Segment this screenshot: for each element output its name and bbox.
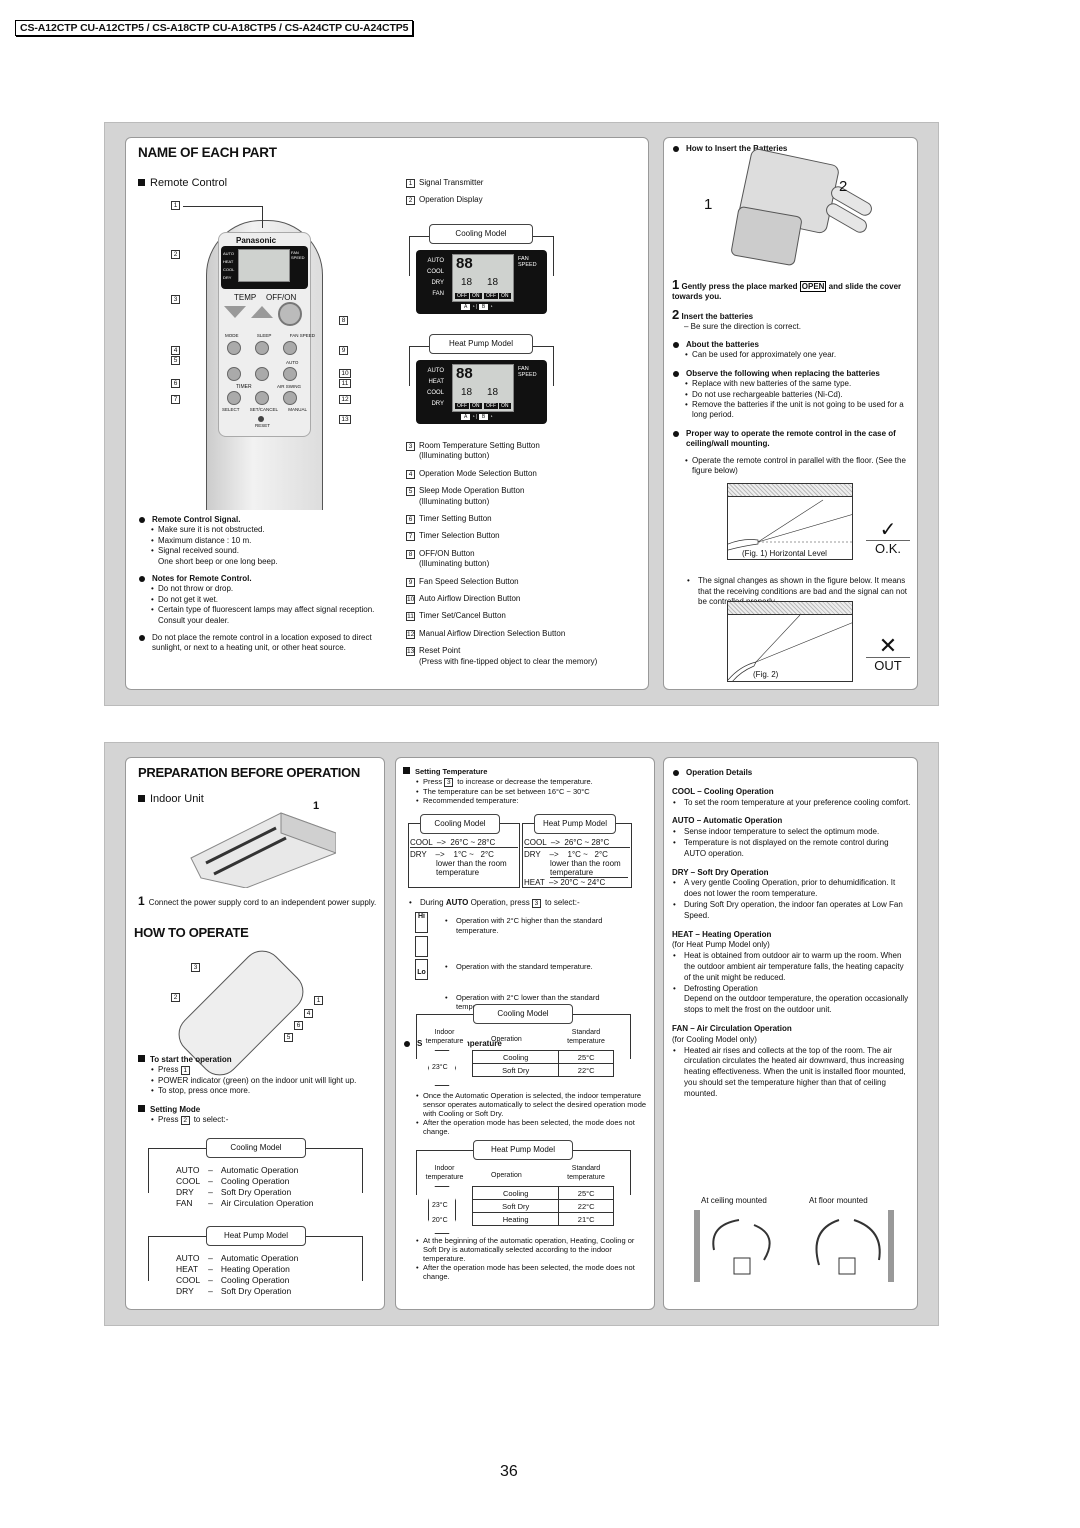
parts-list: 1 Signal Transmitter 2 Operation Display — [406, 178, 646, 213]
battery-step-1: 1 Gently press the place marked OPEN and… — [672, 277, 902, 302]
timer-a-button[interactable] — [227, 367, 241, 381]
standard-heatpump-table: Heat Pump Model Indoor temperature Opera… — [416, 1140, 631, 1235]
setting-temperature: Setting Temperature Press 3to increase o… — [403, 767, 653, 806]
battery-insertion-illustration: 1 2 — [704, 147, 884, 271]
temp-up-button[interactable] — [251, 306, 273, 318]
preparation-title: PREPARATION BEFORE OPERATION — [138, 765, 361, 780]
cooling-display: Cooling Model AUTO COOL DRY FAN 88 18 18 OF… — [409, 224, 554, 334]
ok-mark: ✓ O.K. — [866, 520, 910, 556]
battery-notes: About the batteries Can be used for appr… — [672, 340, 912, 476]
section-title: NAME OF EACH PART — [138, 145, 277, 160]
auto-airflow-button[interactable] — [283, 367, 297, 381]
start-operation: To start the operation Press 1 POWER ind… — [138, 1055, 383, 1126]
batteries-box: How to Insert the Batteries 1 2 1 Gently… — [663, 137, 918, 690]
heatpump-display: Heat Pump Model AUTO HEAT COOL DRY 88 18 18… — [409, 334, 554, 444]
option-hi: Operation with 2°C higher than the stand… — [444, 916, 639, 935]
offon-button[interactable] — [278, 302, 302, 326]
temperature-box: Setting Temperature Press 3to increase o… — [395, 757, 655, 1310]
ceiling-mounted-airflow-illustration — [694, 1210, 771, 1282]
mode-heatpump-model: Heat Pump Model AUTO – Automatic Operation… — [148, 1226, 363, 1306]
preparation-box: PREPARATION BEFORE OPERATION Indoor Unit… — [125, 757, 385, 1310]
out-mark: ✕ OUT — [866, 635, 910, 673]
standard-notes-2: At the beginning of the automatic operat… — [403, 1236, 648, 1281]
temp-down-button[interactable] — [224, 306, 246, 318]
standard-notes-1: Once the Automatic Operation is selected… — [403, 1091, 648, 1136]
indoor-unit-illustration — [186, 808, 337, 889]
battery-step-2: 2 Insert the batteries – Be sure the dir… — [672, 307, 801, 332]
remote-lcd: AUTO HEAT COOL DRY FAN SPEED — [221, 246, 308, 289]
timer-select-button[interactable] — [227, 391, 241, 405]
brand-logo: Panasonic — [236, 236, 277, 245]
operation-details: Operation Details COOL – Cooling Operati… — [672, 768, 912, 1100]
recommended-heatpump: Heat Pump Model COOL –> 26°C ~ 28°C DRY … — [522, 814, 632, 894]
figure-bad-angle: (Fig. 2) — [727, 601, 853, 682]
hi-icon: Hi — [415, 912, 428, 933]
manual-airflow-button[interactable] — [283, 391, 297, 405]
timer-b-button[interactable] — [255, 367, 269, 381]
remote-notes: Remote Control Signal. Make sure it is n… — [138, 515, 383, 654]
figure-horizontal-level: (Fig. 1) Horizontal Level — [727, 483, 853, 560]
ceiling-caption: At ceiling mounted — [701, 1196, 767, 1205]
batteries-title: How to Insert the Batteries — [672, 144, 925, 154]
lo-icon: Lo — [415, 959, 428, 980]
indoor-callout: 1 — [313, 800, 320, 812]
floor-mounted-airflow-illustration — [815, 1210, 894, 1282]
fan-speed-button[interactable] — [283, 341, 297, 355]
offon-label: OFF/ON — [266, 293, 297, 302]
recommended-cooling: Cooling Model COOL –> 26°C ~ 28°C DRY –>… — [408, 814, 520, 894]
page-number: 36 — [500, 1463, 518, 1480]
remote-angled-illustration: 3 2 1 4 6 5 — [170, 938, 326, 1084]
option-std: Operation with the standard temperature. — [444, 962, 639, 972]
remote-heading: Remote Control — [138, 177, 227, 189]
model-header: CS-A12CTP CU-A12CTP5 / CS-A18CTP CU-A18C… — [15, 20, 414, 36]
name-of-each-part-box: NAME OF EACH PART Remote Control Panason… — [125, 137, 649, 690]
timer-setcancel-button[interactable] — [255, 391, 269, 405]
reset-point[interactable] — [258, 416, 264, 422]
indoor-unit-heading: Indoor Unit — [138, 793, 204, 805]
mode-button[interactable] — [227, 341, 241, 355]
preparation-step: 1 Connect the power supply cord to an ind… — [138, 894, 377, 908]
parts-list-continued: 3 Room Temperature Setting Button (Illumin… — [406, 441, 598, 666]
auto-select: During AUTO Operation, press 3to select:… — [408, 898, 648, 909]
temp-label: TEMP — [234, 293, 257, 302]
operation-details-box: Operation Details COOL – Cooling Operati… — [663, 757, 918, 1310]
sleep-button[interactable] — [255, 341, 269, 355]
standard-cooling-table: Cooling Model Indoor temperature Operati… — [416, 1004, 631, 1086]
mode-cooling-model: Cooling Model AUTO – Automatic Operation C… — [148, 1138, 363, 1218]
remote-control-illustration: Panasonic AUTO HEAT COOL DRY FAN SPEED TEMP… — [171, 198, 371, 510]
standard-icon — [415, 936, 428, 957]
floor-caption: At floor mounted — [809, 1196, 868, 1205]
